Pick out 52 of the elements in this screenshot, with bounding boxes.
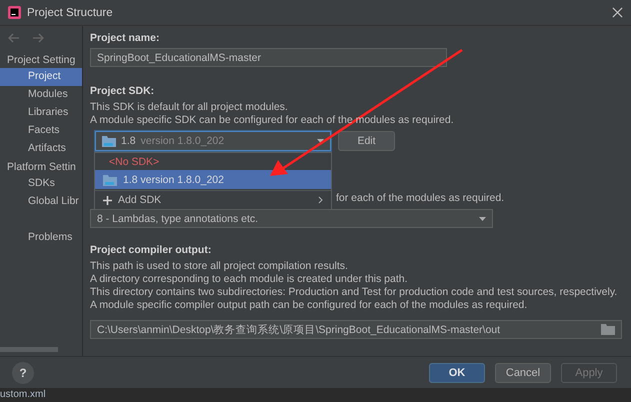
output-path-field[interactable]: C:\Users\anmin\Desktop\教务查询系统\原项目\SpringBoot_EducationalMS-master\out <box>90 320 622 339</box>
section-heading: Project name: <box>90 32 160 45</box>
app-logo-icon <box>8 6 21 19</box>
option-label: 1.8 version 1.8.0_202 <box>123 174 224 186</box>
project-name-field[interactable]: SpringBoot_EducationalMS-master <box>90 48 447 67</box>
caret-icon <box>479 216 486 220</box>
sidebar-section-header: Platform Settin <box>6 160 77 175</box>
description-text: A module specific compiler output path can be configured for each of the modules as required. <box>90 299 528 312</box>
sidebar-item[interactable]: Facets <box>0 122 82 140</box>
section-heading: Project compiler output: <box>90 244 212 257</box>
sidebar-item[interactable]: Libraries <box>0 104 82 122</box>
description-text: for each of the modules as required. <box>336 191 506 205</box>
chevron-icon <box>318 196 323 204</box>
dropdown-option[interactable]: Add SDK <box>95 192 331 208</box>
help-button[interactable]: ? <box>12 362 34 384</box>
sdk-version: version 1.8.0_202 <box>140 135 224 147</box>
sidebar-item[interactable]: Modules <box>0 86 82 104</box>
sidebar-section-header: Project Setting <box>6 53 76 68</box>
edit-button[interactable]: Edit <box>338 131 395 151</box>
description-text: A directory corresponding to each module is created under this path. <box>90 273 409 286</box>
dropdown-option[interactable]: <No SDK> <box>95 154 331 170</box>
sdk-name: 1.8 <box>121 135 136 147</box>
scrollbar[interactable] <box>0 347 58 352</box>
option-label: <No SDK> <box>109 156 160 168</box>
section-heading: Project SDK: <box>90 85 156 98</box>
path-value: C:\Users\anmin\Desktop\教务查询系统\原项目\SpringBoot_EducationalMS-master\out <box>97 322 500 336</box>
dropdown-option[interactable]: 1.8 version 1.8.0_202 <box>95 170 331 189</box>
back-arrow-icon[interactable] <box>8 33 20 43</box>
folder-icon <box>102 135 116 147</box>
folder-icon[interactable] <box>601 324 615 335</box>
description-text: A module specific SDK can be configured for each of the modules as required. <box>90 114 455 127</box>
forward-arrow-icon[interactable] <box>32 33 44 43</box>
close-icon[interactable] <box>612 7 623 18</box>
sidebar-item[interactable]: SDKs <box>0 175 82 193</box>
sidebar-item[interactable]: Problems <box>0 229 82 247</box>
caret-icon <box>317 139 324 143</box>
plus-icon <box>103 196 112 204</box>
language-level-dropdown[interactable]: 8 - Lambdas, type annotations etc. <box>90 209 493 228</box>
sidebar-item[interactable]: Artifacts <box>0 140 82 158</box>
folder-icon <box>103 174 117 186</box>
cancel-button[interactable]: Cancel <box>495 362 551 382</box>
description-text: This directory contains two subdirectories: Production and Test for production code and test sources, respectively. <box>90 286 618 299</box>
file-name: ustom.xml <box>0 390 46 400</box>
window-title: Project Structure <box>27 6 113 18</box>
option-label: Add SDK <box>118 194 162 206</box>
sdk-dropdown[interactable]: 1.8 version 1.8.0_202 <box>95 131 331 151</box>
sidebar-item[interactable]: Project <box>0 68 82 86</box>
description-text: This SDK is default for all project modules. <box>90 101 289 114</box>
description-text: This path is used to store all project compilation results. <box>90 260 349 273</box>
dropdown-value: 8 - Lambdas, type annotations etc. <box>97 212 258 224</box>
ok-button[interactable]: OK <box>429 362 485 382</box>
sidebar-item[interactable]: Global Libr <box>0 193 82 211</box>
